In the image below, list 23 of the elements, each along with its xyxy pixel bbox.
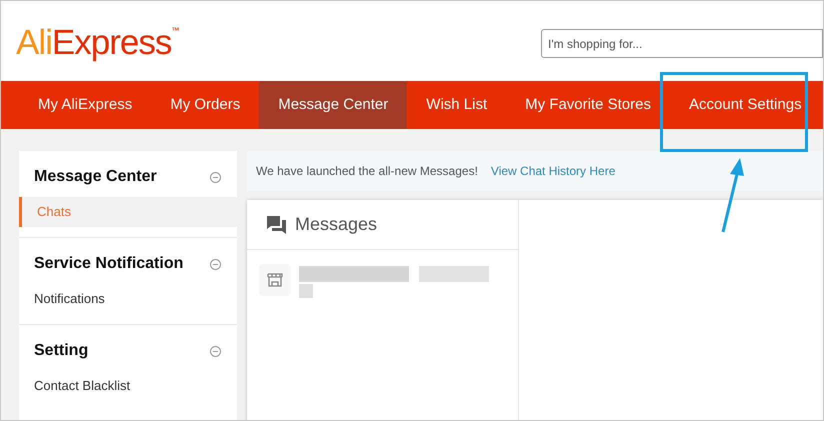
collapse-icon[interactable] — [210, 346, 221, 356]
search-field[interactable]: I'm shopping for... — [541, 29, 823, 58]
notice-text: We have launched the all-new Messages! — [256, 163, 478, 180]
store-avatar[interactable] — [259, 264, 291, 296]
store-icon — [267, 273, 283, 287]
messages-title: Messages — [295, 213, 378, 236]
section-title: Message Center — [34, 167, 157, 187]
section-title: Service Notification — [34, 254, 184, 274]
nav-tab[interactable]: My AliExpress — [19, 81, 152, 129]
chat-history-link[interactable]: View Chat History Here — [490, 162, 616, 180]
nav-tab[interactable]: Wish List — [407, 81, 506, 129]
sidebar-item[interactable]: Contact Blacklist — [19, 371, 237, 401]
sidebar-item[interactable]: Notifications — [19, 284, 237, 314]
nav-tab[interactable]: My Favorite Stores — [506, 81, 670, 129]
sidebar-item[interactable]: Chats — [19, 197, 237, 227]
chat-icon — [267, 216, 286, 234]
collapse-icon[interactable] — [210, 172, 221, 182]
section-title: Setting — [34, 341, 88, 361]
nav-tab[interactable]: Message Center — [259, 81, 408, 129]
logo[interactable]: AliExpress™ — [16, 22, 178, 60]
nav-tab[interactable]: Account Settings — [670, 81, 821, 129]
nav-tab[interactable]: My Orders — [151, 81, 260, 129]
collapse-icon[interactable] — [210, 258, 221, 270]
